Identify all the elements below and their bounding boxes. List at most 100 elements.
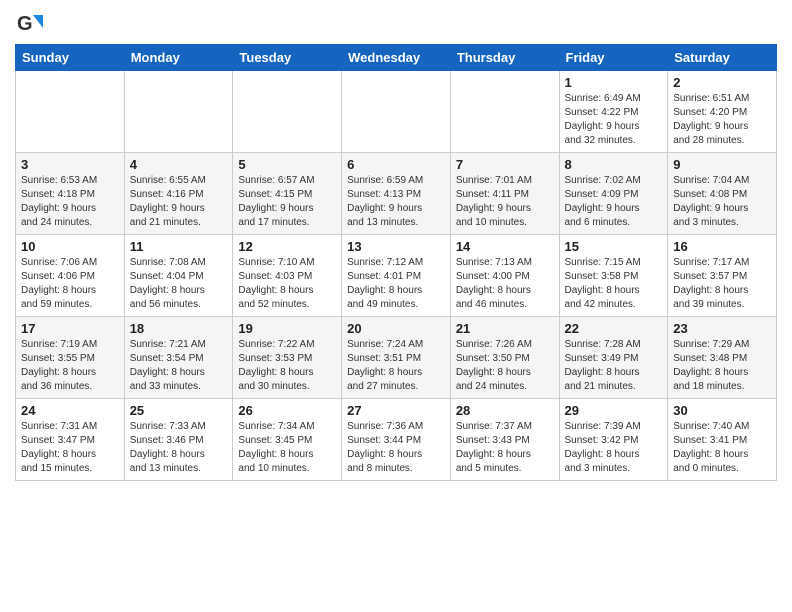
day-cell: 13 Sunrise: 7:12 AMSunset: 4:01 PMDayligh… <box>342 235 451 317</box>
day-cell: 26Sunrise: 7:34 AMSunset: 3:45 PMDayligh… <box>233 399 342 481</box>
day-cell: 5Sunrise: 6:57 AMSunset: 4:15 PMDaylight… <box>233 153 342 235</box>
day-cell: 17 Sunrise: 7:19 AMSunset: 3:55 PMDayligh… <box>16 317 125 399</box>
day-number: 15 <box>565 239 663 254</box>
day-cell: 16 Sunrise: 7:17 AMSunset: 3:57 PMDayligh… <box>668 235 777 317</box>
day-info: Sunrise: 7:31 AMSunset: 3:47 PMDaylight:… <box>21 420 119 476</box>
day-info: Sunrise: 7:21 AMSunset: 3:54 PMDaylight:… <box>130 338 228 394</box>
day-cell <box>16 71 125 153</box>
day-cell <box>233 71 342 153</box>
day-cell: 4 Sunrise: 6:55 AMSunset: 4:16 PMDaylight… <box>124 153 233 235</box>
day-info: Sunrise: 7:28 AMSunset: 3:49 PMDaylight:… <box>565 338 663 394</box>
day-cell: 2Sunrise: 6:51 AMSunset: 4:20 PMDaylight… <box>668 71 777 153</box>
logo: G <box>15 10 47 38</box>
day-info: Sunrise: 7:13 AMSunset: 4:00 PMDaylight:… <box>456 256 554 312</box>
day-number: 9 <box>673 157 771 172</box>
day-cell: 27 Sunrise: 7:36 AMSunset: 3:44 PMDayligh… <box>342 399 451 481</box>
day-info: Sunrise: 7:06 AMSunset: 4:06 PMDaylight:… <box>21 256 119 312</box>
week-row-4: 17 Sunrise: 7:19 AMSunset: 3:55 PMDayligh… <box>16 317 777 399</box>
weekday-monday: Monday <box>124 45 233 71</box>
weekday-friday: Friday <box>559 45 668 71</box>
day-cell <box>450 71 559 153</box>
day-info: Sunrise: 7:12 AMSunset: 4:01 PMDaylight:… <box>347 256 445 312</box>
day-cell: 30 Sunrise: 7:40 AMSunset: 3:41 PMDayligh… <box>668 399 777 481</box>
day-info: Sunrise: 7:15 AMSunset: 3:58 PMDaylight:… <box>565 256 663 312</box>
day-number: 16 <box>673 239 771 254</box>
day-number: 1 <box>565 75 663 90</box>
day-info: Sunrise: 7:01 AMSunset: 4:11 PMDaylight:… <box>456 174 554 230</box>
day-number: 22 <box>565 321 663 336</box>
day-number: 21 <box>456 321 554 336</box>
day-cell: 18 Sunrise: 7:21 AMSunset: 3:54 PMDayligh… <box>124 317 233 399</box>
day-cell: 6 Sunrise: 6:59 AMSunset: 4:13 PMDaylight… <box>342 153 451 235</box>
day-cell: 20Sunrise: 7:24 AMSunset: 3:51 PMDayligh… <box>342 317 451 399</box>
day-info: Sunrise: 7:37 AMSunset: 3:43 PMDaylight:… <box>456 420 554 476</box>
day-info: Sunrise: 7:02 AMSunset: 4:09 PMDaylight:… <box>565 174 663 230</box>
day-cell: 25 Sunrise: 7:33 AMSunset: 3:46 PMDayligh… <box>124 399 233 481</box>
day-number: 28 <box>456 403 554 418</box>
day-info: Sunrise: 7:08 AMSunset: 4:04 PMDaylight:… <box>130 256 228 312</box>
day-cell: 1 Sunrise: 6:49 AMSunset: 4:22 PMDaylight… <box>559 71 668 153</box>
day-cell: 14 Sunrise: 7:13 AMSunset: 4:00 PMDayligh… <box>450 235 559 317</box>
day-info: Sunrise: 6:49 AMSunset: 4:22 PMDaylight:… <box>565 92 663 148</box>
day-number: 18 <box>130 321 228 336</box>
day-number: 8 <box>565 157 663 172</box>
day-cell: 9 Sunrise: 7:04 AMSunset: 4:08 PMDaylight… <box>668 153 777 235</box>
day-cell: 29 Sunrise: 7:39 AMSunset: 3:42 PMDayligh… <box>559 399 668 481</box>
day-number: 4 <box>130 157 228 172</box>
day-cell: 10 Sunrise: 7:06 AMSunset: 4:06 PMDayligh… <box>16 235 125 317</box>
day-number: 11 <box>130 239 228 254</box>
day-number: 5 <box>238 157 336 172</box>
day-info: Sunrise: 6:55 AMSunset: 4:16 PMDaylight:… <box>130 174 228 230</box>
day-number: 14 <box>456 239 554 254</box>
day-info: Sunrise: 7:33 AMSunset: 3:46 PMDaylight:… <box>130 420 228 476</box>
day-number: 17 <box>21 321 119 336</box>
day-number: 6 <box>347 157 445 172</box>
day-info: Sunrise: 7:17 AMSunset: 3:57 PMDaylight:… <box>673 256 771 312</box>
day-info: Sunrise: 7:40 AMSunset: 3:41 PMDaylight:… <box>673 420 771 476</box>
day-number: 13 <box>347 239 445 254</box>
week-row-1: 1 Sunrise: 6:49 AMSunset: 4:22 PMDaylight… <box>16 71 777 153</box>
weekday-header-row: SundayMondayTuesdayWednesdayThursdayFrid… <box>16 45 777 71</box>
day-cell: 11 Sunrise: 7:08 AMSunset: 4:04 PMDayligh… <box>124 235 233 317</box>
day-cell: 15 Sunrise: 7:15 AMSunset: 3:58 PMDayligh… <box>559 235 668 317</box>
day-info: Sunrise: 6:53 AMSunset: 4:18 PMDaylight:… <box>21 174 119 230</box>
day-number: 23 <box>673 321 771 336</box>
weekday-saturday: Saturday <box>668 45 777 71</box>
day-number: 29 <box>565 403 663 418</box>
day-number: 30 <box>673 403 771 418</box>
day-cell: 24 Sunrise: 7:31 AMSunset: 3:47 PMDayligh… <box>16 399 125 481</box>
day-info: Sunrise: 7:04 AMSunset: 4:08 PMDaylight:… <box>673 174 771 230</box>
day-info: Sunrise: 7:39 AMSunset: 3:42 PMDaylight:… <box>565 420 663 476</box>
day-info: Sunrise: 7:22 AMSunset: 3:53 PMDaylight:… <box>238 338 336 394</box>
weekday-thursday: Thursday <box>450 45 559 71</box>
day-number: 20 <box>347 321 445 336</box>
day-cell: 7 Sunrise: 7:01 AMSunset: 4:11 PMDaylight… <box>450 153 559 235</box>
day-info: Sunrise: 6:59 AMSunset: 4:13 PMDaylight:… <box>347 174 445 230</box>
day-number: 7 <box>456 157 554 172</box>
weekday-sunday: Sunday <box>16 45 125 71</box>
header: G <box>15 10 777 38</box>
svg-text:G: G <box>17 13 33 35</box>
day-cell: 21Sunrise: 7:26 AMSunset: 3:50 PMDayligh… <box>450 317 559 399</box>
day-cell: 23Sunrise: 7:29 AMSunset: 3:48 PMDayligh… <box>668 317 777 399</box>
weekday-wednesday: Wednesday <box>342 45 451 71</box>
logo-icon: G <box>15 10 43 38</box>
day-number: 26 <box>238 403 336 418</box>
week-row-3: 10 Sunrise: 7:06 AMSunset: 4:06 PMDayligh… <box>16 235 777 317</box>
day-info: Sunrise: 7:36 AMSunset: 3:44 PMDaylight:… <box>347 420 445 476</box>
day-number: 25 <box>130 403 228 418</box>
day-info: Sunrise: 7:10 AMSunset: 4:03 PMDaylight:… <box>238 256 336 312</box>
calendar: SundayMondayTuesdayWednesdayThursdayFrid… <box>15 44 777 481</box>
day-number: 27 <box>347 403 445 418</box>
day-number: 24 <box>21 403 119 418</box>
page: G SundayMondayTuesdayWednesdayThursdayFr… <box>0 0 792 612</box>
day-number: 3 <box>21 157 119 172</box>
day-number: 12 <box>238 239 336 254</box>
weekday-tuesday: Tuesday <box>233 45 342 71</box>
day-cell <box>342 71 451 153</box>
day-info: Sunrise: 6:51 AMSunset: 4:20 PMDaylight:… <box>673 92 771 148</box>
day-cell: 8 Sunrise: 7:02 AMSunset: 4:09 PMDaylight… <box>559 153 668 235</box>
day-info: Sunrise: 7:19 AMSunset: 3:55 PMDaylight:… <box>21 338 119 394</box>
day-number: 10 <box>21 239 119 254</box>
week-row-2: 3 Sunrise: 6:53 AMSunset: 4:18 PMDaylight… <box>16 153 777 235</box>
